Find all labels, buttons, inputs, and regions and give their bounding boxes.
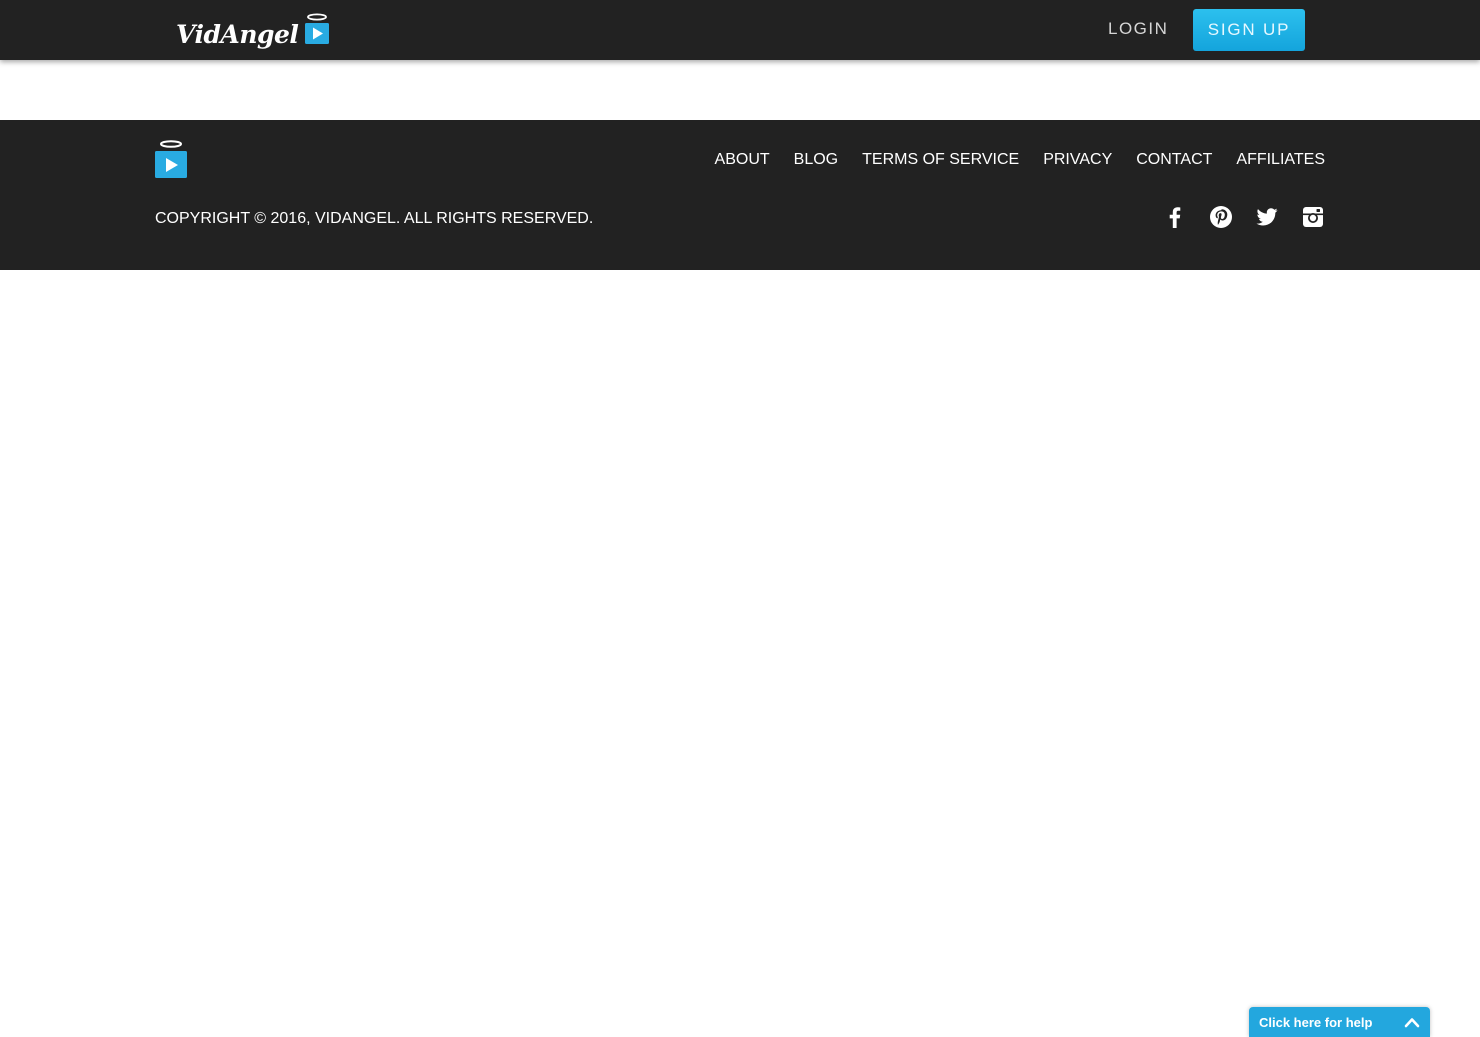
help-label: Click here for help [1259,1015,1373,1030]
instagram-icon[interactable] [1301,205,1325,229]
twitter-icon[interactable] [1255,205,1279,229]
social-links [1163,205,1325,229]
login-link[interactable]: LOGIN [1108,19,1168,39]
chevron-up-icon [1404,1018,1420,1028]
vidangel-logo[interactable]: VidAngel [176,11,330,49]
footer-link-affiliates[interactable]: AFFILIATES [1236,150,1325,170]
footer-link-about[interactable]: ABOUT [715,150,770,170]
site-footer: ABOUT BLOG TERMS OF SERVICE PRIVACY CONT… [0,120,1480,270]
footer-link-contact[interactable]: CONTACT [1136,150,1212,170]
halo-play-icon [305,13,330,44]
logo-wordmark: VidAngel [176,20,299,49]
facebook-icon[interactable] [1163,205,1187,229]
footer-halo-play-icon[interactable] [155,140,187,178]
top-nav-bar: VidAngel LOGIN SIGN UP [0,0,1480,60]
copyright-text: COPYRIGHT © 2016, VIDANGEL. ALL RIGHTS R… [155,210,594,227]
footer-link-privacy[interactable]: PRIVACY [1043,150,1112,170]
sign-up-button[interactable]: SIGN UP [1193,9,1305,51]
pinterest-icon[interactable] [1209,205,1233,229]
help-widget-tab[interactable]: Click here for help [1249,1007,1430,1037]
footer-nav: ABOUT BLOG TERMS OF SERVICE PRIVACY CONT… [715,150,1325,170]
footer-link-blog[interactable]: BLOG [794,150,838,170]
footer-link-terms-of-service[interactable]: TERMS OF SERVICE [862,150,1019,170]
